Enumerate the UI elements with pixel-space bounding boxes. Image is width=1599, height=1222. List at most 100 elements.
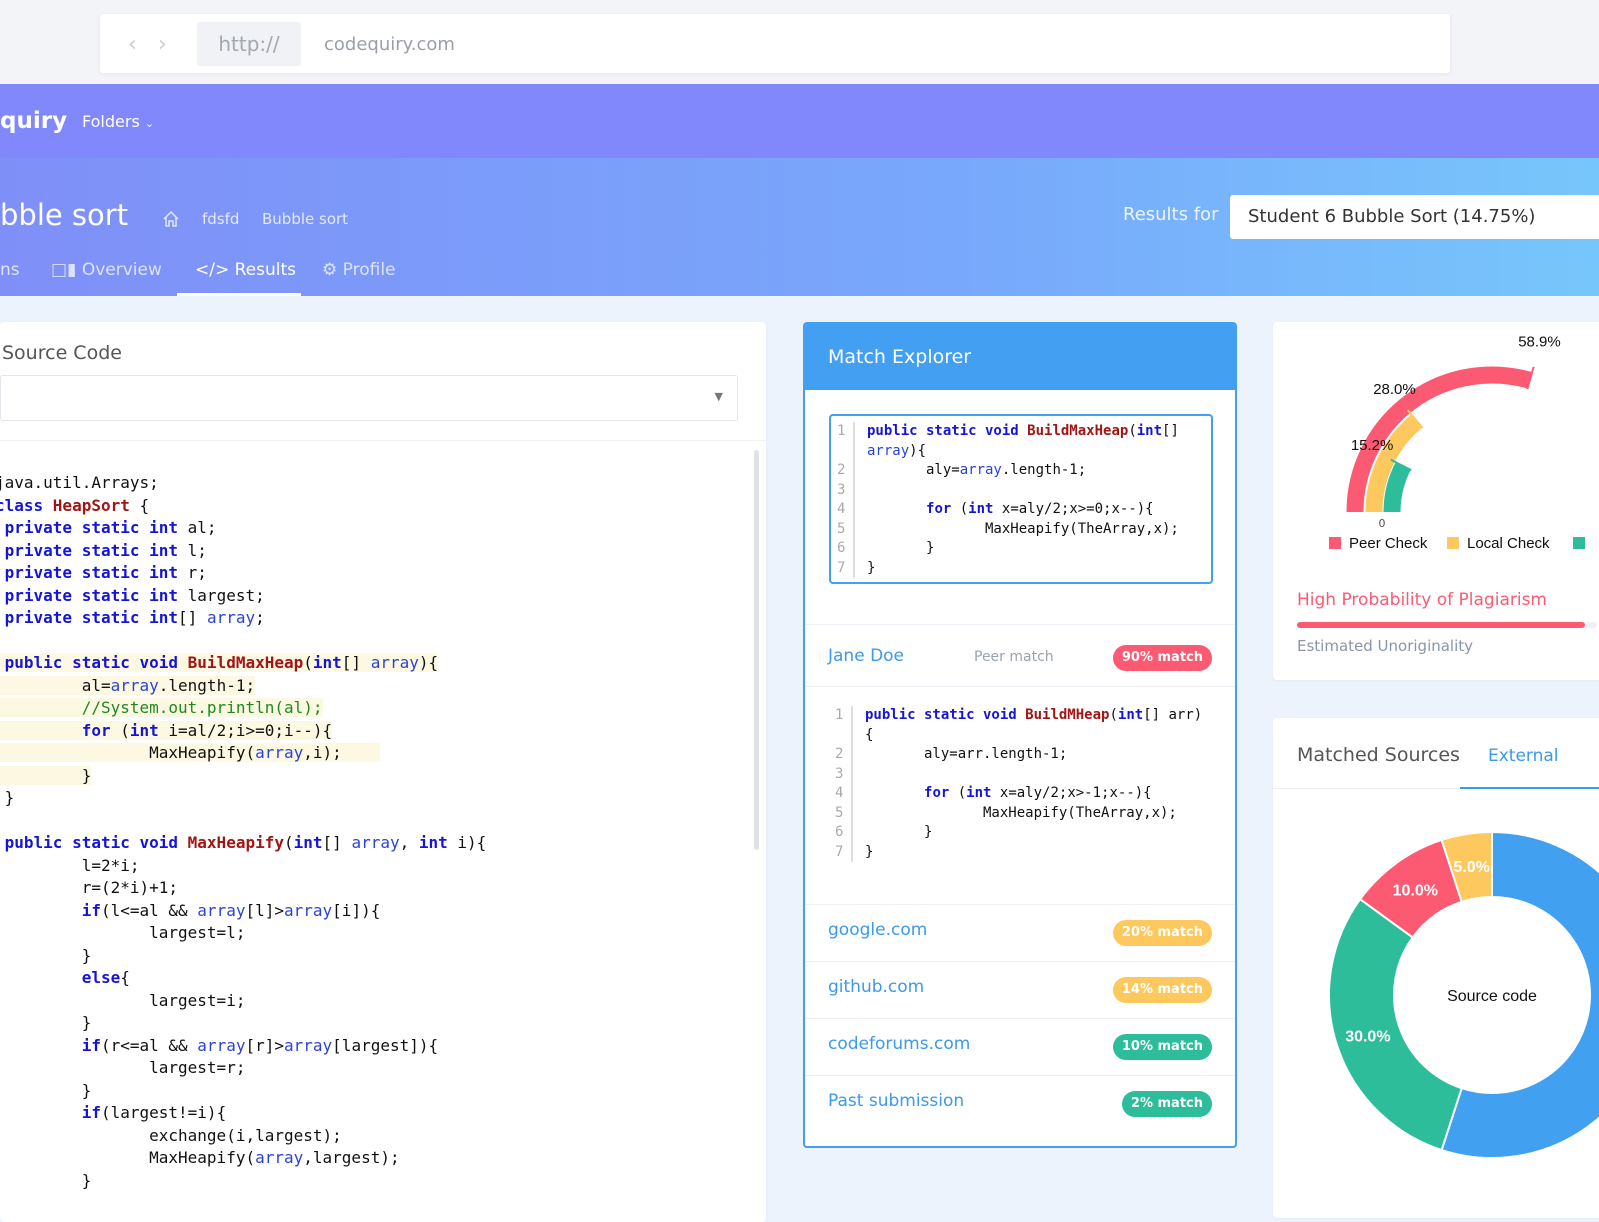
code-token: for	[926, 501, 952, 517]
brand-logo[interactable]: quiry	[0, 108, 67, 134]
code-line: 1 public static void BuildMHeap(int[] arr…	[831, 706, 1213, 726]
line-number: 2	[831, 745, 853, 765]
code-token: java.util.Arrays;	[0, 473, 159, 492]
source-link[interactable]: Past submission	[828, 1091, 964, 1111]
code-token: }	[0, 1013, 92, 1032]
home-icon[interactable]	[162, 210, 180, 228]
code-token: }	[0, 1170, 92, 1190]
verdict-label: High Probability of Plagiarism	[1297, 590, 1547, 610]
donut-chart: 30.0% 10.0% 5.0% Source code	[1328, 830, 1599, 1159]
code-token: int	[129, 720, 159, 740]
breadcrumb-item[interactable]: fdsfd	[202, 210, 239, 228]
divider	[805, 904, 1235, 905]
code-line: }	[0, 787, 486, 810]
code-token: array	[255, 1148, 304, 1167]
code-line: private static int al;	[0, 517, 486, 540]
url-text[interactable]: codequiry.com	[324, 34, 455, 55]
code-token: }	[0, 765, 92, 785]
code-token: l;	[178, 540, 207, 560]
page-header: bble sort fdsfd Bubble sort Results for …	[0, 158, 1599, 296]
code-line: MaxHeapify(array,largest);	[0, 1147, 486, 1170]
code-token: {	[865, 726, 874, 743]
back-icon[interactable]: ‹	[128, 32, 137, 57]
divider	[805, 961, 1235, 962]
source-file-select[interactable]: ▼	[0, 375, 738, 421]
line-number: 1	[833, 422, 855, 442]
code-token: r=(2*i)+1;	[0, 878, 179, 897]
code-line: private static int r;	[0, 562, 486, 585]
code-token: int	[1136, 423, 1163, 439]
tab-results[interactable]: </> Results	[195, 260, 296, 280]
legend-label[interactable]: Peer Check	[1349, 535, 1428, 552]
scrollbar[interactable]	[754, 450, 759, 850]
active-tab-indicator	[177, 293, 301, 296]
divider	[805, 686, 1235, 687]
matched-sources-card: Matched Sources External 30.0% 10.0% 5.0% S…	[1273, 718, 1599, 1218]
code-token: MaxHeapify(	[0, 743, 256, 762]
code-token: array	[197, 900, 246, 920]
caret-down-icon: ▼	[714, 390, 723, 403]
code-token: MaxHeapify(	[0, 1148, 256, 1167]
code-line: }	[0, 1012, 486, 1035]
tab-submissions[interactable]: ns	[0, 260, 20, 280]
code-token: //System.out.println(al);	[0, 698, 323, 717]
code-token: .length-1;	[1001, 462, 1087, 478]
verdict-sublabel: Estimated Unoriginality	[1297, 637, 1474, 655]
line-number: 3	[831, 764, 853, 784]
code-token: []	[322, 833, 352, 852]
peer-name-link[interactable]: Jane Doe	[828, 646, 904, 666]
code-line: class HeapSort {	[0, 495, 486, 518]
code-token: public static void	[867, 423, 1028, 439]
tab-profile[interactable]: ⚙ Profile	[322, 260, 396, 280]
source-code-title: Source Code	[2, 342, 122, 364]
match-badge: 90% match	[1112, 645, 1212, 671]
forward-icon[interactable]: ›	[158, 32, 167, 57]
code-line: 3	[831, 764, 1213, 784]
source-link[interactable]: github.com	[828, 977, 924, 997]
code-line: exchange(i,largest);	[0, 1125, 486, 1148]
legend-label[interactable]: Local Check	[1467, 535, 1550, 552]
code-line: al=array.length-1;	[0, 675, 486, 698]
code-token: .length-1;	[158, 675, 256, 695]
code-icon: </>	[195, 260, 230, 280]
code-token: [i]){	[332, 900, 381, 920]
code-token: int	[966, 785, 992, 801]
code-token: (	[303, 653, 313, 672]
donut-slice[interactable]	[1328, 897, 1463, 1152]
line-number	[833, 441, 855, 461]
folders-menu[interactable]: Folders ⌄	[82, 112, 154, 131]
code-token: exchange(i,largest);	[0, 1125, 342, 1145]
code-token: ,i);	[303, 743, 381, 762]
code-token: largest;	[178, 585, 265, 605]
code-token: int	[418, 833, 448, 852]
match-explorer-title: Match Explorer	[805, 324, 1235, 390]
code-line: public static void MaxHeapify(int[] arra…	[0, 832, 487, 855]
tab-external[interactable]: External	[1488, 746, 1559, 766]
code-token: array	[351, 833, 400, 852]
match-type: Peer match	[974, 649, 1054, 665]
source-link[interactable]: codeforums.com	[828, 1034, 970, 1054]
code-line: 3	[833, 480, 1211, 500]
legend-swatch	[1447, 537, 1459, 549]
slice-label: 5.0%	[1453, 859, 1489, 876]
source-link[interactable]: google.com	[828, 920, 927, 940]
line-number: 6	[831, 823, 853, 843]
source-code-viewer: java.util.Arrays; class HeapSort { privat…	[0, 472, 486, 1192]
results-select[interactable]: Student 6 Bubble Sort (14.75%)	[1230, 195, 1599, 239]
code-token: BuildMaxHeap	[1027, 423, 1129, 439]
line-number: 7	[833, 558, 855, 578]
tab-overview[interactable]: □▮ Overview	[51, 260, 162, 280]
code-line: }	[0, 765, 486, 788]
code-token: i=al/2;i>=0;i--){	[158, 720, 333, 740]
code-token: []	[1162, 423, 1179, 439]
chevron-down-icon: ⌄	[144, 117, 155, 130]
code-line: largest=l;	[0, 922, 486, 945]
address-bar[interactable]: ‹ › http:// codequiry.com	[100, 14, 1450, 73]
code-line: java.util.Arrays;	[0, 472, 486, 495]
code-line: }	[0, 1080, 486, 1103]
breadcrumb-item[interactable]: Bubble sort	[262, 210, 348, 228]
line-number: 7	[831, 842, 853, 862]
